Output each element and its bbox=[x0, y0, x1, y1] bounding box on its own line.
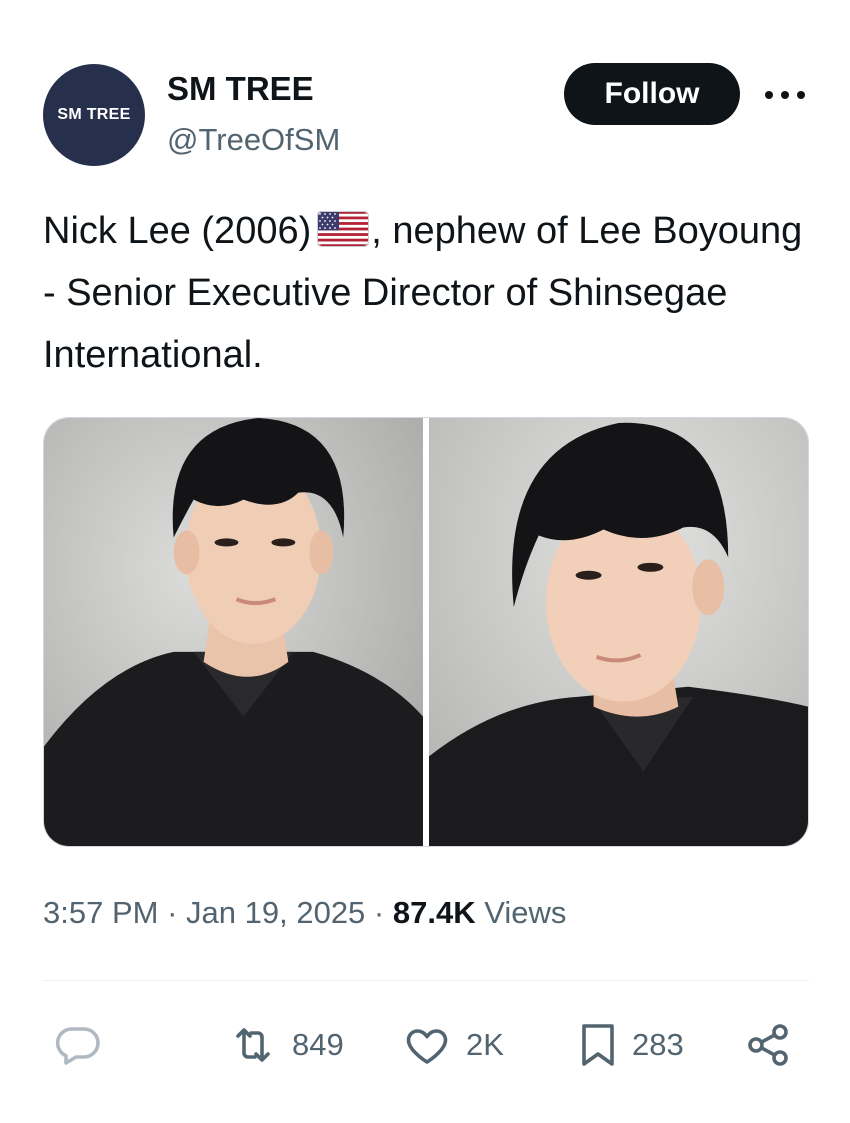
share-icon bbox=[748, 1024, 788, 1066]
views-label: Views bbox=[484, 895, 567, 930]
tweet-meta: 3:57 PM · Jan 19, 2025 · 87.4K Views bbox=[43, 895, 566, 931]
repost-count: 849 bbox=[292, 1027, 344, 1062]
media-grid bbox=[43, 417, 809, 847]
account-handle[interactable]: @TreeOfSM bbox=[167, 122, 340, 158]
more-options-icon[interactable] bbox=[765, 83, 805, 107]
bookmark-count: 283 bbox=[632, 1027, 684, 1062]
share-button[interactable] bbox=[742, 1020, 794, 1070]
repost-button[interactable]: 849 bbox=[226, 1020, 344, 1070]
repost-icon bbox=[236, 1028, 270, 1062]
meta-separator: · bbox=[167, 895, 178, 930]
display-name[interactable]: SM TREE bbox=[167, 70, 314, 108]
like-button[interactable]: 2K bbox=[400, 1020, 504, 1070]
divider bbox=[43, 980, 809, 981]
avatar-text: SM TREE bbox=[57, 106, 131, 123]
avatar[interactable]: SM TREE bbox=[43, 64, 145, 166]
like-count: 2K bbox=[466, 1027, 504, 1062]
tweet-date[interactable]: Jan 19, 2025 bbox=[186, 895, 365, 930]
tweet-time[interactable]: 3:57 PM bbox=[43, 895, 158, 930]
tweet-text: Nick Lee (2006) , nephew of Lee Boyoung … bbox=[43, 200, 823, 386]
reply-button[interactable] bbox=[52, 1020, 104, 1070]
heart-icon bbox=[406, 1029, 448, 1064]
portrait-photo-2[interactable] bbox=[429, 418, 808, 846]
tweet-page: SM TREE SM TREE @TreeOfSM Follow Nick Le… bbox=[0, 0, 850, 1123]
views-count: 87.4K bbox=[392, 895, 476, 930]
reply-icon bbox=[55, 1027, 100, 1065]
bookmark-icon bbox=[582, 1024, 614, 1066]
portrait-photo-1[interactable] bbox=[44, 418, 423, 846]
meta-separator: · bbox=[373, 895, 385, 930]
follow-button[interactable]: Follow bbox=[564, 63, 740, 125]
bookmark-button[interactable]: 283 bbox=[576, 1020, 684, 1070]
us-flag-icon bbox=[317, 211, 370, 247]
tweet-text-part1: Nick Lee (2006) bbox=[43, 210, 312, 252]
